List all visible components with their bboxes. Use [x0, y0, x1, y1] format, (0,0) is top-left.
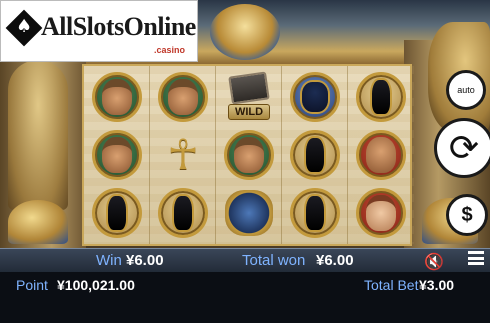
- wild-label: WILD: [227, 104, 271, 120]
- symbol-man-portrait: [352, 128, 410, 182]
- reel-1: [84, 66, 150, 244]
- pharaoh-statue: [8, 60, 68, 210]
- auto-button[interactable]: auto: [446, 70, 486, 110]
- dollar-icon: $: [461, 203, 473, 226]
- reel-5: [348, 66, 414, 244]
- symbol-ankh: ☥: [167, 130, 199, 179]
- logo-domain: .casino: [153, 45, 185, 55]
- bet-button[interactable]: $: [446, 194, 488, 236]
- total-bet-label: Total Bet: [364, 277, 419, 293]
- symbol-explorer: [154, 70, 212, 124]
- book-icon: [228, 71, 270, 105]
- win-value: ¥6.00: [126, 252, 164, 269]
- reel-3: WILD: [216, 66, 282, 244]
- symbol-anubis-guard: [286, 70, 344, 124]
- symbol-scarab: [220, 186, 278, 240]
- symbol-cat-statue: [88, 186, 146, 240]
- total-won-label: Total won: [242, 252, 306, 269]
- reel-2: ☥: [150, 66, 216, 244]
- info-bar: Point ¥100,021.00 Total Bet ¥3.00: [0, 272, 490, 323]
- symbol-explorer: [88, 70, 146, 124]
- spin-icon: ⟳: [448, 127, 480, 169]
- symbol-explorer: [88, 128, 146, 182]
- logo-text: AllSlotsOnline: [41, 12, 196, 41]
- symbol-cat-statue: [286, 128, 344, 182]
- reel-grid: ☥ WILD: [82, 64, 414, 246]
- total-won-value: ¥6.00: [316, 252, 354, 269]
- symbol-explorer: [220, 128, 278, 182]
- auto-label: auto: [457, 85, 475, 95]
- symbol-cat-statue: [154, 186, 212, 240]
- spade-icon: ♠: [16, 16, 33, 37]
- point-value: ¥100,021.00: [57, 277, 135, 293]
- symbol-woman-portrait: [352, 186, 410, 240]
- total-bet-value: ¥3.00: [419, 277, 455, 293]
- win-bar: Win ¥6.00 Total won ¥6.00: [0, 248, 490, 272]
- menu-icon[interactable]: [468, 250, 484, 266]
- game-stage: ☥ WILD ♠ AllSlotsOnline .casino auto ⟳ $: [0, 0, 490, 248]
- spin-button[interactable]: ⟳: [434, 118, 490, 178]
- winged-emblem: [210, 4, 280, 60]
- horus-bird-left: [8, 200, 68, 244]
- symbol-cat-statue: [352, 70, 410, 124]
- win-label: Win: [96, 252, 122, 269]
- site-logo: ♠ AllSlotsOnline .casino: [0, 0, 198, 62]
- symbol-cat-statue: [286, 186, 344, 240]
- point-label: Point: [16, 277, 48, 293]
- reel-4: [282, 66, 348, 244]
- symbol-wild-book: WILD: [220, 70, 278, 124]
- speaker-muted-icon[interactable]: 🔇: [424, 252, 444, 271]
